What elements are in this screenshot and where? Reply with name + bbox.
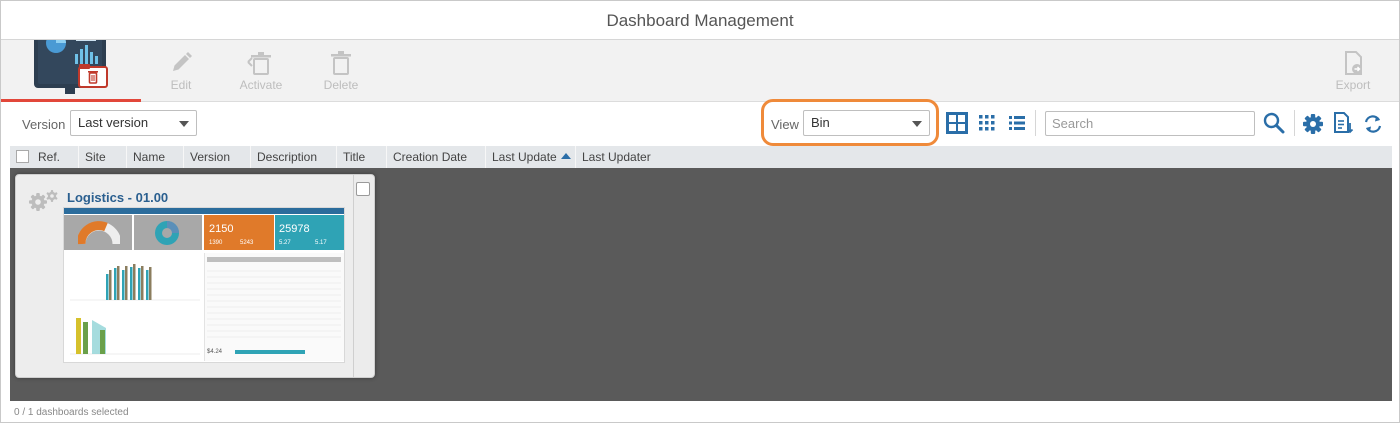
column-creation-date[interactable]: Creation Date: [386, 146, 485, 168]
search-icon[interactable]: [1263, 112, 1285, 134]
thumbnail-footer-value: $4.24: [207, 349, 223, 355]
dashboard-bin-logo-icon: [34, 26, 108, 94]
bar-chart-thumbnail: [70, 264, 200, 301]
table-thumbnail: [207, 270, 341, 338]
pencil-icon: [173, 52, 192, 71]
edit-button[interactable]: Edit: [149, 46, 213, 98]
kpi-subvalue: 1390: [209, 240, 223, 246]
dashboard-card[interactable]: Logistics - 01.00 2150 1390 5243 25978 5…: [15, 174, 375, 378]
gear-icon[interactable]: [1302, 113, 1324, 135]
column-ref[interactable]: Ref.: [32, 146, 84, 168]
kpi-value: 25978: [279, 223, 310, 235]
column-site[interactable]: Site: [78, 146, 126, 168]
activate-button[interactable]: Activate: [229, 46, 293, 98]
gauge-chart-icon: [78, 221, 120, 245]
sort-ascending-icon: [560, 153, 571, 159]
export-list-icon[interactable]: [1332, 112, 1354, 134]
card-title: Logistics - 01.00: [67, 190, 169, 205]
kpi-subvalue: 5.27: [279, 240, 291, 246]
app-window: Dashboard Management Edit Activate Delet…: [0, 0, 1400, 423]
filter-row: Version Last version View Bin: [1, 102, 1399, 146]
chevron-down-icon: [179, 121, 189, 127]
kpi-subvalue: 5243: [240, 240, 254, 246]
column-description[interactable]: Description: [250, 146, 336, 168]
app-logo: [1, 26, 141, 102]
delete-button-label: Delete: [323, 78, 359, 92]
activate-icon: [247, 52, 271, 75]
column-name[interactable]: Name: [126, 146, 184, 168]
column-last-update-label: Last Update: [492, 150, 557, 164]
column-header-row: Ref. Site Name Version Description Title…: [10, 146, 1392, 168]
edit-button-label: Edit: [170, 78, 192, 92]
column-last-updater[interactable]: Last Updater: [575, 146, 695, 168]
delete-button[interactable]: Delete: [309, 46, 373, 98]
dashboard-grid: Logistics - 01.00 2150 1390 5243 25978 5…: [10, 168, 1392, 401]
pie-chart-icon: [155, 221, 179, 245]
search-input[interactable]: [1045, 111, 1255, 136]
list-view-icon[interactable]: [1008, 114, 1026, 132]
large-grid-view-icon[interactable]: [946, 112, 968, 134]
refresh-icon[interactable]: [1362, 113, 1384, 135]
version-select-value: Last version: [78, 115, 149, 130]
activate-button-label: Activate: [239, 78, 283, 92]
export-button[interactable]: Export: [1321, 46, 1385, 98]
column-last-update[interactable]: Last Update: [485, 146, 575, 168]
divider: [1294, 110, 1295, 136]
bar-chart-thumbnail: [70, 318, 200, 355]
export-icon: [1345, 51, 1362, 75]
select-all-checkbox[interactable]: [16, 150, 29, 163]
version-select[interactable]: Last version: [70, 110, 197, 136]
view-highlight-annotation: [761, 99, 939, 146]
window-title: Dashboard Management: [1, 1, 1399, 40]
dashboard-thumbnail: 2150 1390 5243 25978 5.27 5.17 $4.24: [63, 207, 345, 363]
column-title[interactable]: Title: [336, 146, 386, 168]
gears-icon: [29, 190, 58, 211]
toolbar: Edit Activate Delete Export: [1, 26, 1399, 102]
version-label: Version: [22, 117, 66, 132]
kpi-subvalue: 5.17: [315, 240, 327, 246]
kpi-value: 2150: [209, 223, 234, 235]
column-version[interactable]: Version: [183, 146, 250, 168]
divider: [1035, 110, 1036, 136]
export-button-label: Export: [1335, 78, 1371, 92]
small-grid-view-icon[interactable]: [978, 114, 996, 132]
selection-status: 0 / 1 dashboards selected: [14, 407, 129, 418]
trash-icon: [331, 51, 351, 75]
card-checkbox[interactable]: [356, 182, 370, 196]
card-select-strip: [353, 175, 374, 377]
